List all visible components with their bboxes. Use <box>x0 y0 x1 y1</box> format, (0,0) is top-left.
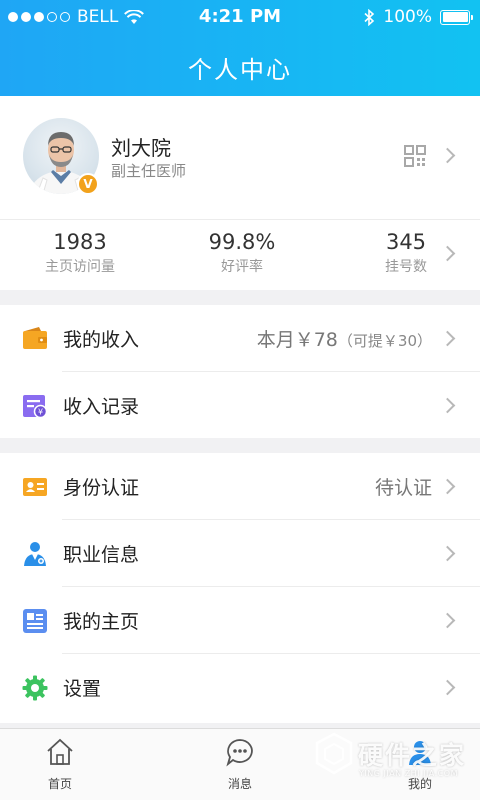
career-info-label: 职业信息 <box>63 544 140 566</box>
qr-code-icon[interactable] <box>404 145 426 167</box>
tab-messages-label: 消息 <box>227 777 252 791</box>
tab-profile-label: 我的 <box>407 777 432 791</box>
gear-icon <box>22 675 48 701</box>
tab-bar: 首页 消息 我的 <box>0 728 480 800</box>
page-title: 个人中心 <box>188 56 292 84</box>
settings-label: 设置 <box>63 678 102 700</box>
career-info-row[interactable]: 职业信息 <box>0 520 480 587</box>
status-bar: BELL 4:21 PM 100% <box>0 0 480 34</box>
stat-registrations-value: 345 <box>385 230 427 254</box>
profile-icon <box>409 741 431 765</box>
chevron-right-icon <box>439 612 456 629</box>
stat-visits[interactable]: 1983 主页访问量 <box>10 230 150 276</box>
doctor-title: 副主任医师 <box>111 162 187 180</box>
battery-icon <box>440 9 473 25</box>
my-income-row[interactable]: 我的收入 本月￥78（可提￥30） <box>0 305 480 372</box>
stat-visits-value: 1983 <box>53 230 107 254</box>
income-group: 我的收入 本月￥78（可提￥30） ¥ 收入记录 <box>0 305 480 438</box>
stat-rating-value: 99.8% <box>208 230 276 254</box>
income-withdrawable-value: （可提￥30） <box>337 332 432 350</box>
tab-home-label: 首页 <box>47 777 72 791</box>
tab-home[interactable]: 首页 <box>0 737 120 792</box>
income-record-row[interactable]: ¥ 收入记录 <box>0 372 480 439</box>
doctor-icon <box>24 542 46 566</box>
chevron-right-icon <box>439 545 456 562</box>
income-month-value: 本月￥78 <box>256 329 338 351</box>
profile-card[interactable]: V 刘大院 副主任医师 <box>0 96 480 220</box>
id-verification-row[interactable]: 身份认证 待认证 <box>0 453 480 520</box>
chevron-right-icon <box>439 330 456 347</box>
id-verification-status: 待认证 <box>374 477 432 499</box>
chevron-right-icon <box>439 147 456 164</box>
id-card-icon <box>23 478 47 496</box>
stats-bar[interactable]: 1983 主页访问量 99.8% 好评率 345 挂号数 <box>0 220 480 290</box>
tab-profile[interactable]: 我的 <box>360 737 480 792</box>
tab-messages[interactable]: 消息 <box>180 737 300 792</box>
doctor-name: 刘大院 <box>111 136 171 160</box>
chevron-right-icon <box>439 679 456 696</box>
settings-group: 身份认证 待认证 职业信息 我的主页 设置 <box>0 453 480 723</box>
wallet-icon <box>23 327 47 349</box>
message-icon <box>226 739 253 767</box>
my-homepage-label: 我的主页 <box>63 611 140 633</box>
bluetooth-icon <box>364 8 375 26</box>
status-right: 100% <box>364 7 473 27</box>
app-header: BELL 4:21 PM 100% 个人中心 <box>0 0 480 96</box>
id-verification-label: 身份认证 <box>63 477 140 499</box>
verified-badge-icon: V <box>77 173 99 195</box>
stat-rating-label: 好评率 <box>221 259 263 275</box>
svg-text:¥: ¥ <box>38 408 43 417</box>
my-income-label: 我的收入 <box>63 329 140 351</box>
home-icon <box>47 738 73 765</box>
settings-row[interactable]: 设置 <box>0 654 480 721</box>
battery-percent: 100% <box>383 7 432 27</box>
my-homepage-row[interactable]: 我的主页 <box>0 587 480 654</box>
stat-rating[interactable]: 99.8% 好评率 <box>172 230 312 276</box>
chevron-right-icon <box>439 397 456 414</box>
homepage-icon <box>23 609 47 633</box>
stat-visits-label: 主页访问量 <box>45 259 115 275</box>
income-record-icon: ¥ <box>23 395 48 419</box>
chevron-right-icon <box>439 478 456 495</box>
stat-registrations-label: 挂号数 <box>385 259 427 275</box>
my-income-value: 本月￥78（可提￥30） <box>257 325 432 352</box>
income-record-label: 收入记录 <box>63 396 140 418</box>
